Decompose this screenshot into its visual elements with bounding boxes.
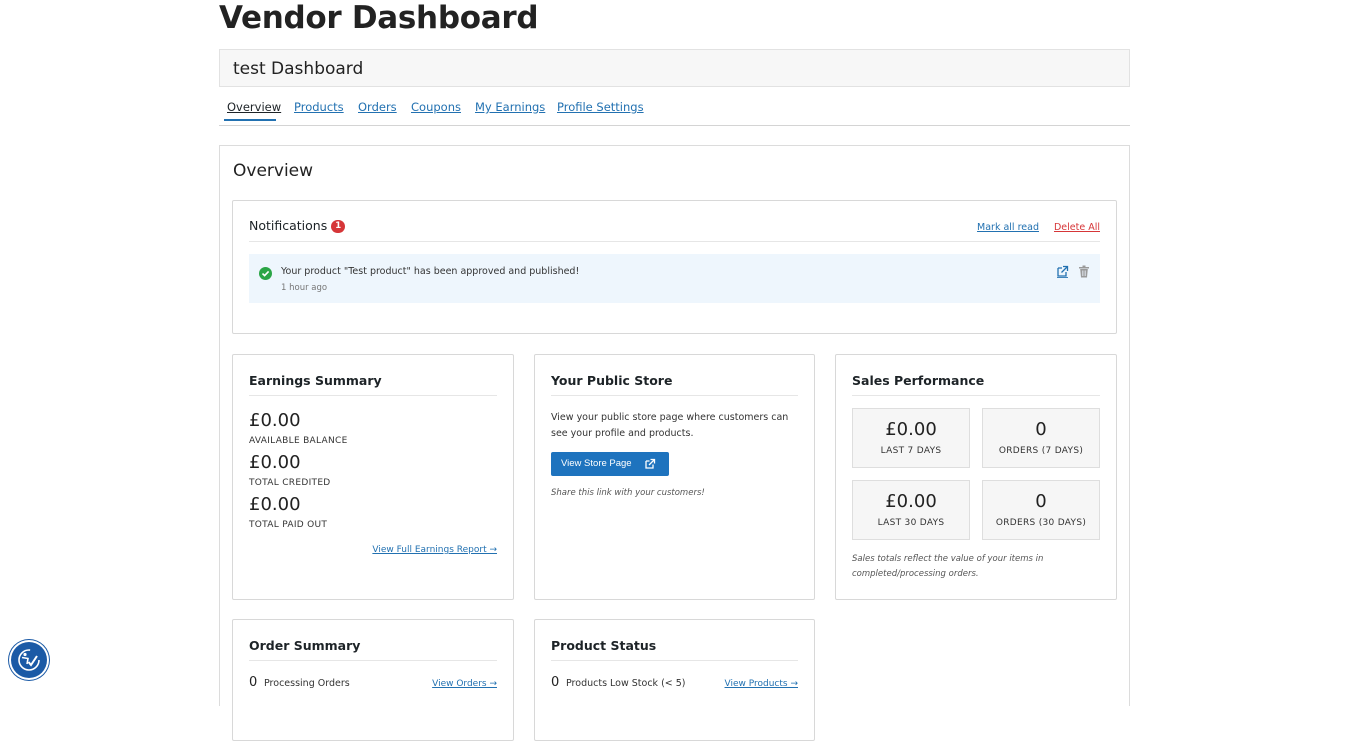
public-store-title: Your Public Store [551,373,673,388]
delete-all-link[interactable]: Delete All [1054,222,1100,233]
stat-last-7-days: £0.00 LAST 7 DAYS [852,408,970,468]
view-store-page-button[interactable]: View Store Page [551,452,669,476]
active-tab-indicator [224,119,276,121]
notification-item: Your product "Test product" has been app… [249,254,1100,303]
tab-profile-settings[interactable]: Profile Settings [557,100,644,114]
available-balance-label: AVAILABLE BALANCE [249,436,348,446]
stat-label: ORDERS (30 DAYS) [995,518,1087,528]
tab-products[interactable]: Products [294,100,344,114]
tab-overview[interactable]: Overview [227,100,281,114]
share-note: Share this link with your customers! [551,488,705,498]
notification-count-badge: 1 [331,220,346,233]
overview-title: Overview [233,161,314,181]
stat-orders-30-days: 0 ORDERS (30 DAYS) [982,480,1100,540]
low-stock-label: Products Low Stock (< 5) [566,678,686,689]
check-circle-icon [259,267,272,280]
tab-my-earnings[interactable]: My Earnings [475,100,545,114]
public-store-description: View your public store page where custom… [551,412,789,439]
divider [852,395,1100,396]
dashboard-header: test Dashboard [219,49,1130,87]
tab-coupons[interactable]: Coupons [411,100,461,114]
divider [249,241,1100,242]
sales-note: Sales totals reflect the value of your i… [852,554,1044,579]
divider [249,660,497,661]
total-credited-value: £0.00 [249,452,301,473]
external-link-icon [645,458,656,469]
stat-value: 0 [1035,491,1047,512]
divider [249,395,497,396]
trash-icon[interactable] [1078,263,1090,278]
stat-value: £0.00 [885,419,937,440]
notifications-heading: Notifications 1 [249,218,346,233]
stat-value: 0 [1035,419,1047,440]
order-summary-title: Order Summary [249,638,361,653]
public-store-box: Your Public Store View your public store… [534,354,815,600]
earnings-report-link[interactable]: View Full Earnings Report → [372,545,497,555]
stat-label: LAST 30 DAYS [877,518,945,528]
stat-orders-7-days: 0 ORDERS (7 DAYS) [982,408,1100,468]
processing-orders-count: 0 [249,675,258,690]
notifications-box: Notifications 1 Mark all read Delete All … [232,200,1117,334]
earnings-summary-title: Earnings Summary [249,373,382,388]
stat-label: ORDERS (7 DAYS) [998,446,1084,456]
view-products-link[interactable]: View Products → [725,679,798,689]
stat-value: £0.00 [885,491,937,512]
divider [551,660,798,661]
tab-orders[interactable]: Orders [358,100,397,114]
order-summary-box: Order Summary 0 Processing Orders View O… [232,619,514,741]
external-link-icon[interactable] [1056,263,1069,279]
available-balance-value: £0.00 [249,410,301,431]
earnings-summary-box: Earnings Summary £0.00 AVAILABLE BALANCE… [232,354,514,600]
divider [551,395,798,396]
product-status-title: Product Status [551,638,657,653]
notification-message: Your product "Test product" has been app… [281,266,580,277]
page-title: Vendor Dashboard [219,0,539,36]
total-paid-out-label: TOTAL PAID OUT [249,520,328,530]
dashboard-name: test Dashboard [233,59,364,79]
low-stock-count: 0 [551,675,560,690]
total-credited-label: TOTAL CREDITED [249,478,331,488]
tab-bar: Overview Products Orders Coupons My Earn… [219,100,1130,126]
overview-panel: Overview Notifications 1 Mark all read De… [219,145,1130,741]
notifications-title: Notifications [249,218,328,233]
mark-all-read-link[interactable]: Mark all read [977,222,1039,233]
view-store-page-label: View Store Page [561,458,632,469]
accessibility-icon[interactable] [11,642,47,678]
product-status-box: Product Status 0 Products Low Stock (< 5… [534,619,815,741]
total-paid-out-value: £0.00 [249,494,301,515]
stat-label: LAST 7 DAYS [880,446,942,456]
notification-time: 1 hour ago [281,283,328,293]
processing-orders-label: Processing Orders [264,678,350,689]
sales-performance-box: Sales Performance £0.00 LAST 7 DAYS 0 OR… [835,354,1117,600]
view-orders-link[interactable]: View Orders → [432,679,497,689]
sales-performance-title: Sales Performance [852,373,985,388]
stat-last-30-days: £0.00 LAST 30 DAYS [852,480,970,540]
